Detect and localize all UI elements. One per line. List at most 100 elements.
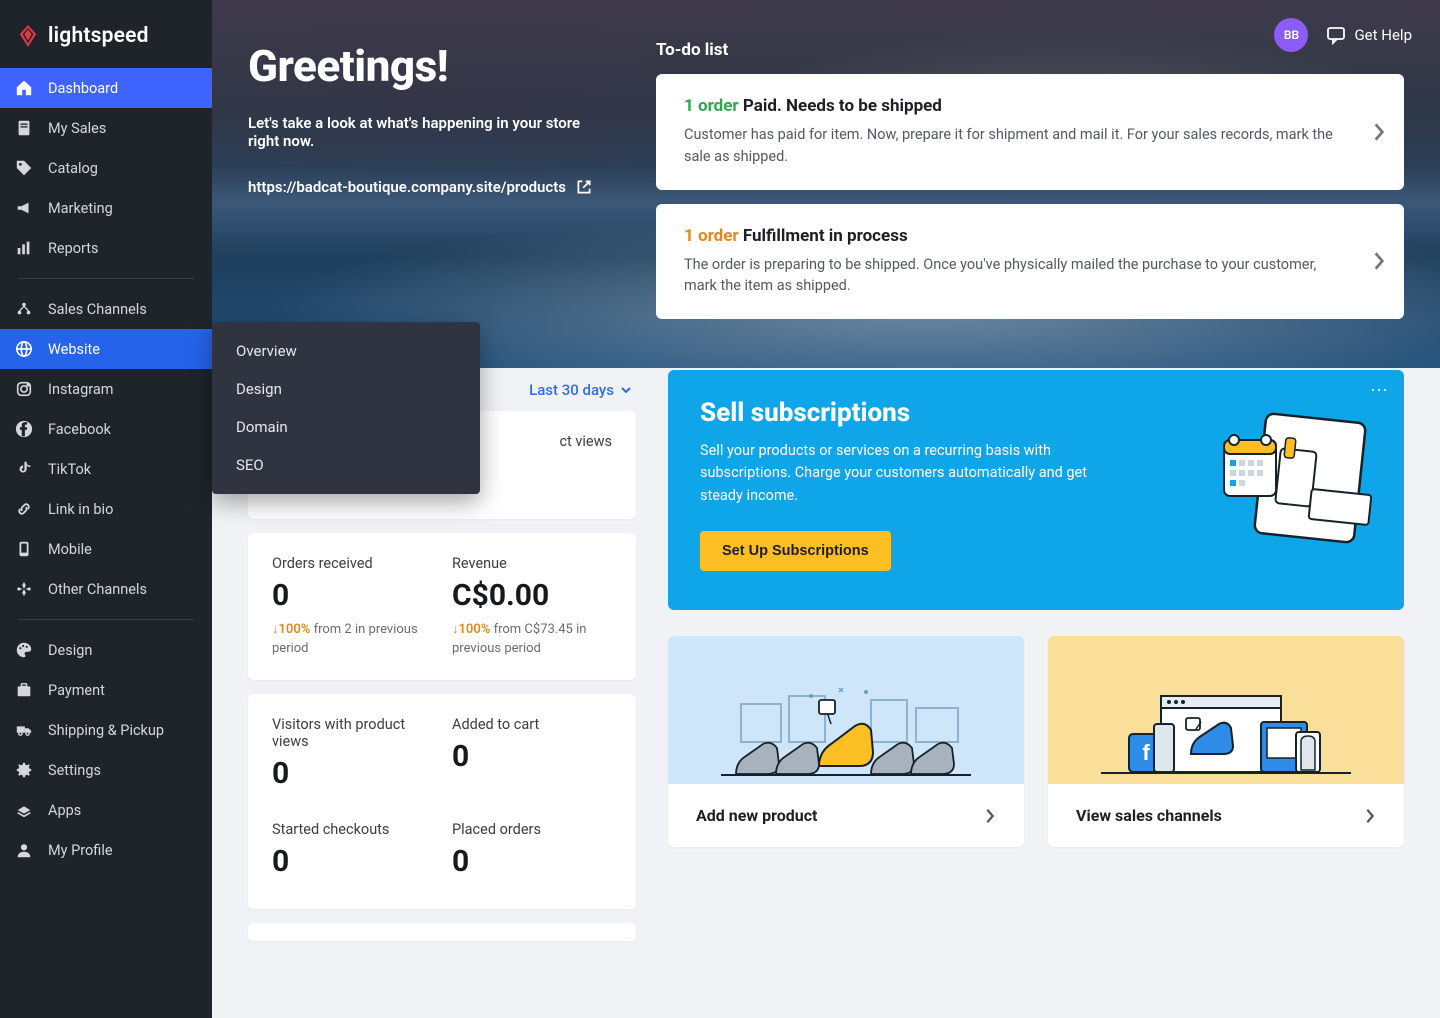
stat-label: Revenue [452,555,612,572]
sidebar-item-settings[interactable]: Settings [0,750,212,790]
stat-value: 0 [272,756,432,791]
sidebar-item-sales-channels[interactable]: Sales Channels [0,289,212,329]
todo-status: Paid. Needs to be shipped [743,96,942,116]
channels-icon [14,299,34,319]
briefcase-icon [14,680,34,700]
stat-value: C$0.00 [452,578,612,613]
sidebar-label: Sales Channels [48,301,147,318]
sidebar-label: Settings [48,762,101,779]
sidebar-label: TikTok [48,461,91,478]
todo-desc: Customer has paid for item. Now, prepare… [684,124,1348,168]
stat-delta-pct: 100% [459,622,491,637]
action-add-product[interactable]: Add new product [668,636,1024,847]
nav-divider [18,278,194,279]
stat-value: 0 [452,844,612,879]
stat-label: Visitors with product views [272,716,432,750]
tag-icon [14,158,34,178]
sidebar-label: Apps [48,802,81,819]
mobile-icon [14,539,34,559]
todo-count: 1 order [684,96,739,116]
nav: Dashboard My Sales Catalog Marketing Rep… [0,68,212,1018]
sidebar-label: Catalog [48,160,98,177]
promo-subscriptions: ⋯ Sell subscriptions Sell your products … [668,370,1404,610]
more-icon[interactable]: ⋯ [1370,380,1390,401]
sidebar: lightspeed Dashboard My Sales Catalog Ma… [0,0,212,1018]
stat-value: 0 [452,739,612,774]
sidebar-label: Marketing [48,200,113,217]
truck-icon [14,720,34,740]
submenu-item-domain[interactable]: Domain [212,408,480,446]
submenu-item-design[interactable]: Design [212,370,480,408]
action-view-sales-channels[interactable]: f View sales channels [1048,636,1404,847]
stat-card-more [248,923,636,941]
sidebar-label: My Profile [48,842,113,859]
sidebar-item-shipping-pickup[interactable]: Shipping & Pickup [0,710,212,750]
stat-delta-pct: 100% [279,622,311,637]
gear-icon [14,760,34,780]
stat-card-orders-revenue: Orders received 0 ↓100% from 2 in previo… [248,533,636,679]
add-product-illustration [668,636,1024,784]
brand-name: lightspeed [48,24,149,48]
sidebar-item-website[interactable]: Website [0,329,212,369]
sidebar-item-marketing[interactable]: Marketing [0,188,212,228]
user-icon [14,840,34,860]
chevron-right-icon [1372,121,1386,143]
sidebar-label: Reports [48,240,99,257]
todo-card-fulfillment[interactable]: 1 order Fulfillment in process The order… [656,204,1404,320]
sidebar-item-mobile[interactable]: Mobile [0,529,212,569]
sidebar-item-facebook[interactable]: Facebook [0,409,212,449]
submenu-item-seo[interactable]: SEO [212,446,480,484]
period-label: Last 30 days [529,381,614,399]
brand-logo-icon [18,26,38,46]
stat-label: Orders received [272,555,432,572]
chevron-right-icon [1372,250,1386,272]
sidebar-item-payment[interactable]: Payment [0,670,212,710]
sidebar-label: Shipping & Pickup [48,722,164,739]
sidebar-item-instagram[interactable]: Instagram [0,369,212,409]
receipt-icon [14,118,34,138]
submenu-item-overview[interactable]: Overview [212,332,480,370]
sidebar-label: Dashboard [48,80,118,97]
subscription-illustration [1210,400,1380,550]
chevron-right-icon [1364,807,1376,825]
sidebar-item-tiktok[interactable]: TikTok [0,449,212,489]
sidebar-item-reports[interactable]: Reports [0,228,212,268]
sidebar-label: My Sales [48,120,106,137]
brand[interactable]: lightspeed [0,0,212,68]
chevron-down-icon [620,384,632,396]
sidebar-item-apps[interactable]: Apps [0,790,212,830]
link-icon [14,499,34,519]
palette-icon [14,640,34,660]
sidebar-label: Other Channels [48,581,147,598]
external-link-icon [576,179,592,195]
stat-value: 0 [272,578,432,613]
other-icon [14,579,34,599]
page-title: Greetings! [248,40,608,92]
sidebar-label: Payment [48,682,105,699]
sidebar-item-my-sales[interactable]: My Sales [0,108,212,148]
home-icon [14,78,34,98]
website-submenu: Overview Design Domain SEO [212,322,480,494]
svg-text:f: f [1142,740,1150,765]
todo-desc: The order is preparing to be shipped. On… [684,254,1348,298]
todo-card-paid[interactable]: 1 order Paid. Needs to be shipped Custom… [656,74,1404,190]
tiktok-icon [14,459,34,479]
sidebar-item-other-channels[interactable]: Other Channels [0,569,212,609]
sidebar-label: Website [48,341,100,358]
setup-subscriptions-button[interactable]: Set Up Subscriptions [700,531,891,571]
sidebar-item-dashboard[interactable]: Dashboard [0,68,212,108]
nav-divider [18,619,194,620]
sidebar-item-my-profile[interactable]: My Profile [0,830,212,870]
sidebar-item-catalog[interactable]: Catalog [0,148,212,188]
stat-label: Started checkouts [272,821,432,838]
instagram-icon [14,379,34,399]
apps-icon [14,800,34,820]
sidebar-item-design[interactable]: Design [0,630,212,670]
page-subtitle: Let's take a look at what's happening in… [248,114,608,150]
store-url-link[interactable]: https://badcat-boutique.company.site/pro… [248,178,608,196]
sidebar-label: Instagram [48,381,113,398]
todo-count: 1 order [684,226,739,246]
facebook-icon [14,419,34,439]
sidebar-label: Mobile [48,541,92,558]
sidebar-item-link-in-bio[interactable]: Link in bio [0,489,212,529]
